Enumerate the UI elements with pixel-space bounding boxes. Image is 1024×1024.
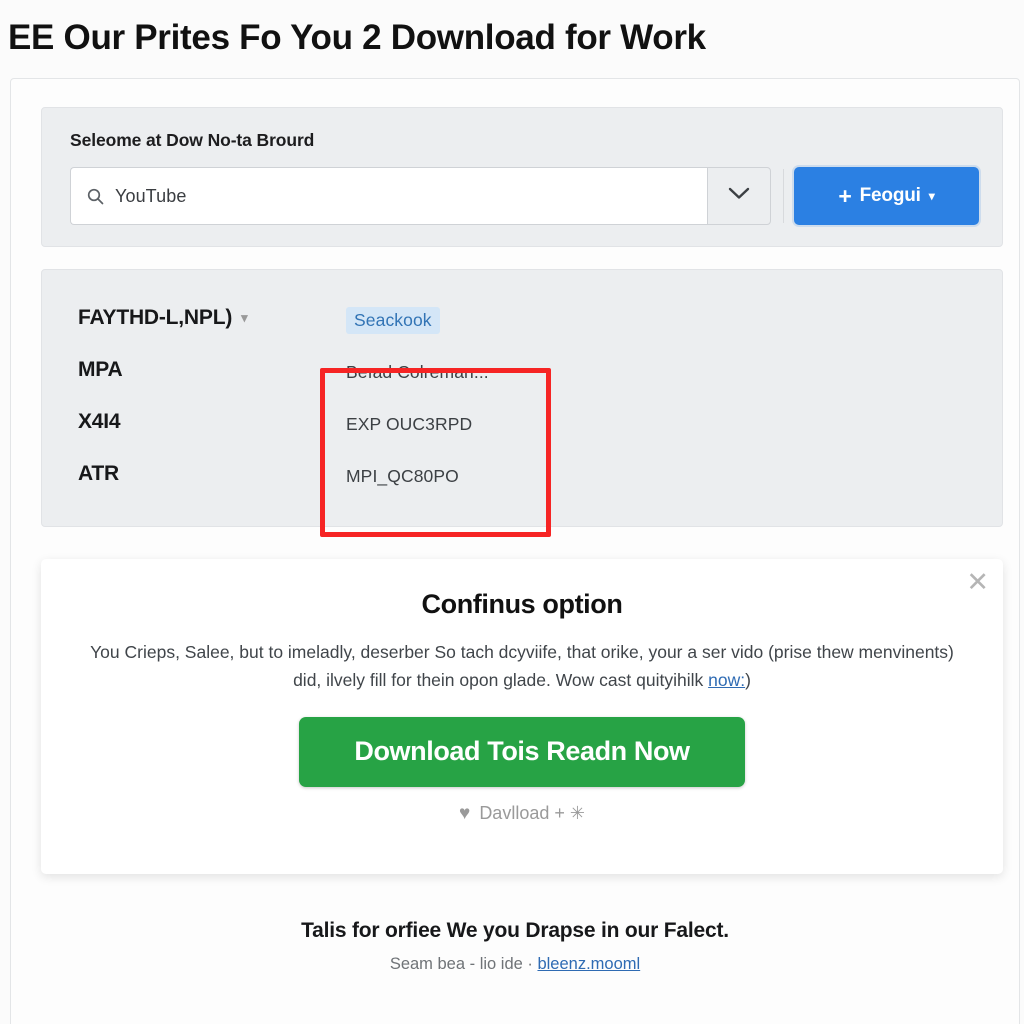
add-feogui-button-label: Feogui xyxy=(859,185,921,206)
modal-body-part2: ) xyxy=(745,670,751,691)
list-item[interactable]: MPI_QC80PO xyxy=(346,450,596,502)
list-item[interactable]: X4I4 xyxy=(78,396,328,448)
favorite-row[interactable]: ♥ Davlload + ✳ xyxy=(81,803,963,825)
modal-title: Confinus option xyxy=(421,589,623,619)
add-feogui-button[interactable]: + Feogui ▾ xyxy=(794,167,979,225)
toolbar-divider xyxy=(783,169,784,223)
footer: Talis for orfiee We you Drapse in our Fa… xyxy=(11,919,1019,974)
search-panel: Seleome at Dow No-ta Brourd YouTube + Fe… xyxy=(41,107,1003,247)
list-item-label: FAYTHD-L,NPL) xyxy=(78,306,233,329)
list-item-label: MPI_QC80PO xyxy=(346,465,459,486)
list-item-label: MPA xyxy=(78,358,123,381)
list-item-label: X4I4 xyxy=(78,410,121,433)
list-item-label-highlighted: Seackook xyxy=(346,306,440,334)
list-left-column: FAYTHD-L,NPL) ▾ MPA X4I4 ATR xyxy=(78,292,328,500)
search-row: YouTube + Feogui ▾ xyxy=(70,167,979,225)
search-icon xyxy=(87,188,104,205)
heart-icon: ♥ xyxy=(459,802,471,824)
modal-body-part1: You Crieps, Salee, but to imeladly, dese… xyxy=(90,642,954,691)
main-content-card: Seleome at Dow No-ta Brourd YouTube + Fe… xyxy=(10,78,1020,1024)
list-item[interactable]: Seackook xyxy=(346,294,596,346)
footer-sub-prefix: Seam bea - lio ide · xyxy=(389,955,538,973)
plus-icon: + xyxy=(838,182,852,209)
confirm-modal: ✕ Confinus option You Crieps, Salee, but… xyxy=(41,559,1003,874)
favorite-label: Davlload + ✳ xyxy=(479,803,585,824)
list-item-label: EXP OUC3RPD xyxy=(346,413,473,434)
download-now-button[interactable]: Download Tois Readn Now xyxy=(299,716,745,787)
cta-row: Download Tois Readn Now xyxy=(81,716,963,787)
chevron-down-icon[interactable]: ▾ xyxy=(241,310,248,326)
footer-link[interactable]: bleenz.mooml xyxy=(537,955,640,973)
page-title: EE Our Prites Fo You 2 Download for Work xyxy=(8,18,706,57)
chevron-down-icon: ▾ xyxy=(928,189,935,203)
search-input[interactable]: YouTube xyxy=(70,167,707,225)
footer-title: Talis for orfiee We you Drapse in our Fa… xyxy=(301,919,729,942)
footer-subtitle: Seam bea - lio ide · bleenz.mooml xyxy=(11,955,1019,974)
list-item-label: Beıad Colreman.:. xyxy=(346,361,489,382)
list-item[interactable]: MPA xyxy=(78,344,328,396)
list-item[interactable]: EXP OUC3RPD xyxy=(346,398,596,450)
list-item-label: ATR xyxy=(78,462,120,485)
list-item[interactable]: ATR xyxy=(78,448,328,500)
search-dropdown-button[interactable] xyxy=(707,167,771,225)
search-panel-heading: Seleome at Dow No-ta Brourd xyxy=(70,130,315,150)
list-item[interactable]: Beıad Colreman.:. xyxy=(346,346,596,398)
chevron-down-icon xyxy=(728,187,750,205)
modal-inline-link[interactable]: now: xyxy=(708,670,745,690)
list-panel: FAYTHD-L,NPL) ▾ MPA X4I4 ATR Seackook Be… xyxy=(41,269,1003,527)
list-right-column: Seackook Beıad Colreman.:. EXP OUC3RPD M… xyxy=(346,294,596,502)
close-icon[interactable]: ✕ xyxy=(966,569,989,596)
modal-body-text: You Crieps, Salee, but to imeladly, dese… xyxy=(81,638,963,695)
search-input-value: YouTube xyxy=(115,185,187,206)
list-item[interactable]: FAYTHD-L,NPL) ▾ xyxy=(78,292,328,344)
